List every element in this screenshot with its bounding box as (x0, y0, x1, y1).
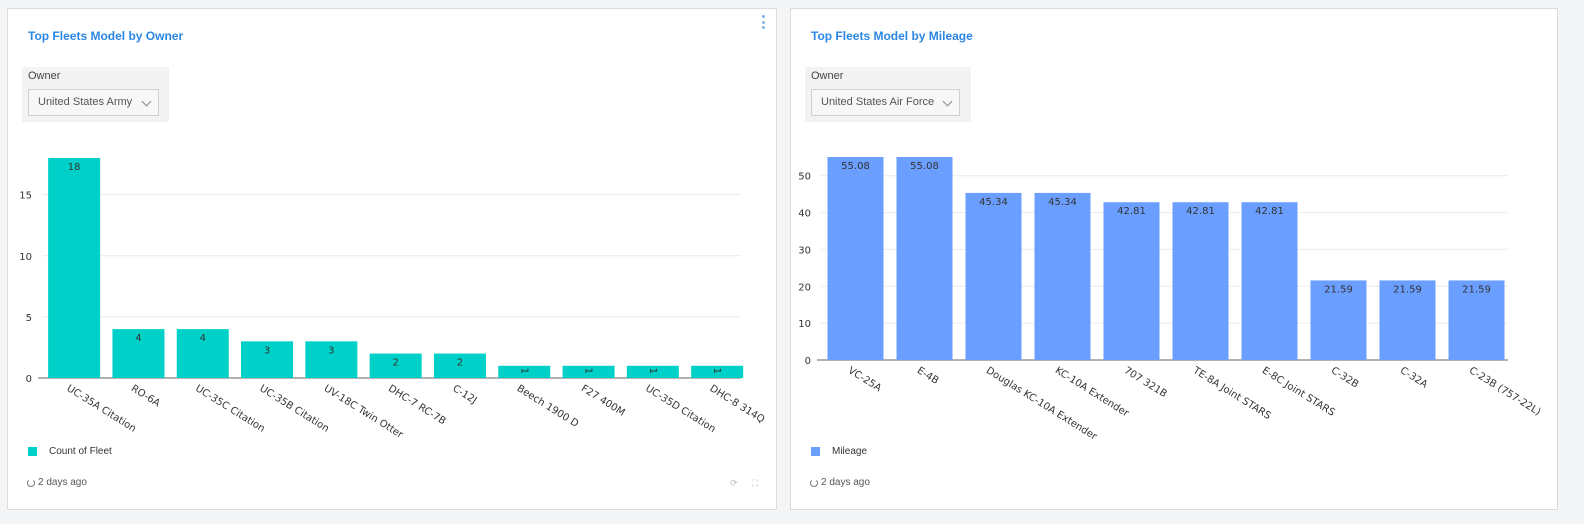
bar[interactable] (1241, 202, 1298, 360)
bar-value-label: 45.34 (979, 197, 1008, 208)
legend-label: Count of Fleet (49, 446, 112, 457)
x-tick-label: UC-35D Citation (643, 383, 717, 435)
refresh-icon (810, 478, 818, 487)
bar-value-label: 42.81 (1186, 206, 1215, 217)
bar-value-label: 42.81 (1255, 206, 1284, 217)
bar-value-label: 1 (647, 368, 658, 374)
last-updated: 2 days ago (27, 477, 87, 488)
y-tick-label: 30 (798, 245, 811, 256)
bar-value-label: 3 (328, 345, 334, 356)
bar-value-label: 4 (200, 333, 206, 344)
bar-value-label: 18 (68, 162, 81, 173)
x-tick-label: Douglas KC-10A Extender (984, 365, 1099, 443)
x-tick-label: 707 321B (1122, 365, 1169, 400)
x-tick-label: E-4B (915, 365, 941, 387)
bar[interactable] (1103, 202, 1160, 360)
bar-value-label: 2 (392, 358, 398, 369)
mileage-chart-panel: Top Fleets Model by Mileage Owner United… (790, 8, 1558, 510)
legend-swatch (28, 447, 37, 456)
y-tick-label: 0 (26, 374, 32, 385)
bar-chart: 0 5 10 15 18 UC-35A Citation 4 RO-6A 4 UC-35C Cit… (19, 158, 767, 441)
y-tick-label: 20 (798, 282, 811, 293)
bar[interactable] (1034, 192, 1091, 360)
y-tick-label: 10 (19, 252, 32, 263)
x-tick-label: DHC-7 RC-7B (386, 383, 448, 427)
x-tick-label: C-32B (1329, 365, 1361, 390)
bar-value-label: 55.08 (910, 161, 939, 172)
legend[interactable]: Mileage (811, 446, 867, 457)
bar[interactable] (48, 158, 101, 378)
x-tick-label: C-23B (757-22L) (1467, 365, 1543, 418)
x-tick-label: C-32A (1398, 365, 1430, 390)
x-tick-label: F27 400M (579, 383, 627, 418)
x-tick-label: Beech 1900 D (515, 383, 581, 430)
x-tick-label: DHC-8 314Q (708, 383, 767, 425)
y-tick-label: 40 (798, 209, 811, 220)
refresh-icon[interactable]: ⟳ (730, 478, 738, 489)
bar-value-label: 45.34 (1048, 197, 1077, 208)
bar-value-label: 42.81 (1117, 206, 1146, 217)
last-updated: 2 days ago (810, 477, 870, 488)
bar-value-label: 21.59 (1393, 284, 1422, 295)
x-tick-label: UC-35A Citation (65, 383, 138, 435)
bar[interactable] (896, 157, 953, 360)
expand-icon[interactable]: ⛶ (752, 478, 758, 489)
y-tick-label: 10 (798, 319, 811, 330)
bar-value-label: 21.59 (1324, 284, 1353, 295)
bar-value-label: 55.08 (841, 161, 870, 172)
y-tick-label: 50 (798, 172, 811, 183)
last-updated-text: 2 days ago (821, 477, 870, 488)
y-tick-label: 5 (26, 313, 32, 324)
bar-value-label: 1 (711, 368, 722, 374)
y-tick-label: 15 (19, 191, 32, 202)
bar-value-label: 21.59 (1462, 284, 1491, 295)
bar-chart: 0 10 20 30 40 50 55.08 VC-25A 55.08 E-4B 45.34 Doug… (798, 157, 1543, 443)
y-tick-label: 0 (805, 356, 811, 367)
bar[interactable] (827, 157, 884, 360)
refresh-icon (27, 478, 35, 487)
legend-swatch (811, 447, 820, 456)
x-tick-label: VC-25A (846, 365, 883, 394)
legend[interactable]: Count of Fleet (28, 446, 112, 457)
panel-actions: ⟳ ⛶ (730, 478, 758, 489)
last-updated-text: 2 days ago (38, 477, 87, 488)
bar-value-label: 1 (583, 368, 594, 374)
bar[interactable] (965, 192, 1022, 360)
x-tick-label: C-12J (450, 383, 478, 406)
legend-label: Mileage (832, 446, 868, 457)
x-tick-label: UC-35B Citation (257, 383, 330, 435)
bar-value-label: 1 (518, 368, 529, 374)
bar-value-label: 4 (135, 333, 141, 344)
x-tick-label: RO-6A (129, 383, 162, 409)
bar-value-label: 3 (264, 345, 270, 356)
owner-chart-panel: Top Fleets Model by Owner Owner United S… (7, 8, 777, 510)
x-tick-label: UC-35C Citation (193, 383, 266, 435)
bar-value-label: 2 (457, 358, 463, 369)
bar[interactable] (1172, 202, 1229, 360)
